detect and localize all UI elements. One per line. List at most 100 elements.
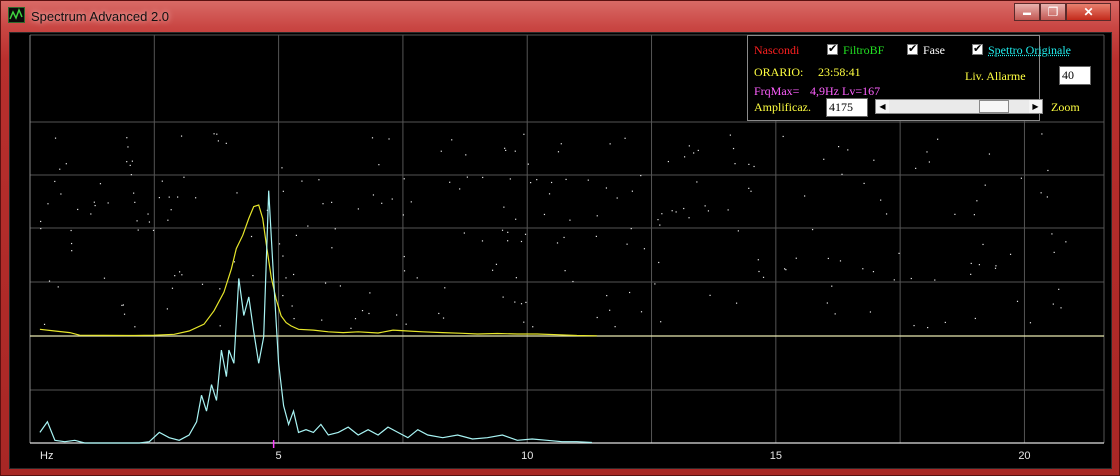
phase-dot	[564, 270, 566, 272]
phase-dot	[170, 209, 172, 211]
phase-dot	[804, 195, 806, 197]
phase-dot	[729, 134, 731, 136]
phase-dot	[403, 255, 405, 258]
phase-dot	[252, 274, 254, 277]
phase-dot	[661, 213, 663, 215]
phase-dot	[481, 240, 484, 242]
minimize-button[interactable]: ▬	[1014, 3, 1040, 21]
phase-dot	[837, 146, 840, 148]
phase-dot	[569, 219, 571, 221]
zoom-slider-thumb[interactable]	[979, 100, 1010, 113]
phase-dot	[640, 175, 642, 177]
phase-dot	[982, 243, 984, 246]
phase-dot	[134, 326, 136, 328]
phase-dot	[378, 164, 380, 166]
phase-dot	[369, 292, 371, 294]
phase-dot	[442, 317, 445, 319]
phase-dot	[282, 255, 284, 257]
phase-dot	[168, 196, 170, 198]
phase-dot	[785, 269, 787, 271]
amplificaz-input[interactable]: 4175	[826, 98, 868, 117]
spettro-originale-checkbox[interactable]	[972, 42, 983, 55]
phase-dot	[438, 312, 440, 315]
phase-dot	[99, 183, 102, 185]
window-title: Spectrum Advanced 2.0	[31, 9, 170, 24]
phase-dot	[60, 193, 62, 195]
phase-dot	[127, 146, 129, 148]
phase-dot	[709, 294, 711, 296]
phase-dot	[841, 173, 843, 175]
phase-dot	[596, 215, 598, 217]
phase-dot	[178, 271, 181, 273]
phase-dot	[762, 276, 765, 278]
phase-dot	[970, 273, 972, 275]
phase-dot	[388, 138, 390, 140]
phase-dot	[1047, 169, 1049, 172]
phase-dot	[331, 201, 333, 203]
nascondi-button[interactable]: Nascondi	[754, 43, 799, 58]
phase-dot	[616, 197, 618, 199]
phase-dot	[626, 243, 628, 245]
phase-dot	[71, 250, 73, 252]
fase-checkbox[interactable]	[907, 42, 918, 55]
liv-allarme-label: Liv. Allarme	[965, 69, 1026, 83]
zoom-slider[interactable]: ◀ ▶	[875, 99, 1043, 114]
phase-dot	[970, 262, 972, 265]
liv-allarme-input[interactable]: 40	[1059, 66, 1091, 85]
x-tick-label: 15	[770, 450, 782, 462]
phase-dot	[1020, 177, 1022, 179]
phase-dot	[523, 133, 525, 135]
phase-dot	[161, 180, 163, 182]
phase-dot	[321, 319, 323, 321]
phase-dot	[863, 182, 865, 185]
phase-dot	[451, 139, 453, 141]
phase-dot	[250, 235, 253, 238]
phase-dot	[70, 242, 73, 245]
phase-dot	[54, 180, 56, 183]
phase-dot	[530, 182, 532, 184]
orario-label: ORARIO:	[754, 65, 804, 79]
phase-dot	[509, 178, 511, 180]
phase-dot	[183, 176, 185, 178]
spectrum-display: 5 10 15 20 Hz Nascondi FiltroBF Fase Spettro…	[9, 32, 1112, 469]
phase-dot	[410, 201, 412, 203]
phase-dot	[295, 234, 298, 236]
phase-dot	[823, 158, 825, 160]
phase-dot	[609, 309, 611, 311]
title-bar[interactable]: Spectrum Advanced 2.0 ▬ ❐ ✕	[1, 1, 1119, 31]
phase-dot	[126, 161, 128, 163]
phase-dot	[171, 287, 174, 289]
phase-dot	[405, 323, 407, 325]
phase-dot	[131, 160, 133, 162]
phase-dot	[984, 184, 986, 186]
phase-dot	[123, 313, 126, 315]
frqmax-label: FrqMax=	[754, 84, 800, 98]
phase-dot	[548, 193, 551, 195]
phase-dot	[872, 271, 875, 273]
maximize-button[interactable]: ❐	[1040, 3, 1066, 21]
filtro-bf-checkbox[interactable]	[827, 42, 838, 55]
filtro-bf-label: FiltroBF	[843, 43, 885, 57]
phase-dot	[757, 259, 759, 261]
phase-dot	[898, 252, 900, 254]
zoom-right-arrow-icon[interactable]: ▶	[1029, 100, 1042, 113]
phase-dot	[282, 294, 284, 297]
phase-dot	[505, 149, 507, 152]
close-button[interactable]: ✕	[1066, 3, 1111, 21]
phase-dot	[282, 190, 284, 192]
phase-dot	[523, 321, 525, 323]
phase-dot	[688, 217, 690, 219]
phase-dot	[233, 261, 236, 263]
phase-dot	[631, 190, 633, 192]
phase-dot	[1016, 300, 1019, 302]
phase-dot	[976, 200, 978, 202]
zoom-left-arrow-icon[interactable]: ◀	[876, 100, 889, 113]
phase-dot	[331, 247, 333, 249]
x-tick-label: 20	[1018, 450, 1030, 462]
phase-dot	[278, 243, 281, 245]
phase-dot	[827, 257, 829, 260]
phase-dot	[502, 296, 504, 298]
phase-dot	[595, 235, 597, 238]
phase-dot	[847, 149, 849, 151]
phase-dot	[495, 263, 498, 265]
